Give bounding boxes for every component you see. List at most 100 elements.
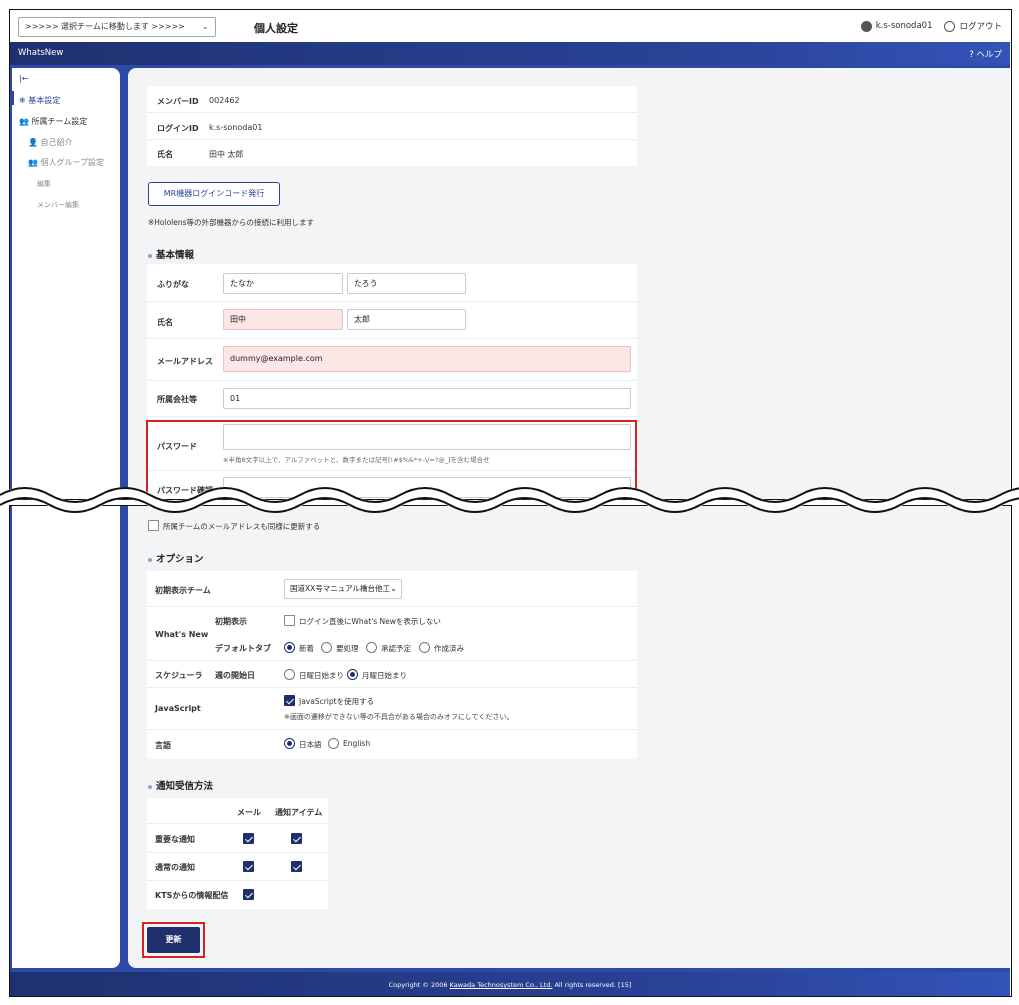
group-icon: 👥 [28, 158, 41, 167]
name-label: 氏名 [157, 150, 173, 159]
initial-display-label: 初期表示 [215, 617, 247, 626]
main-content-continued: 所属チームのメールアドレスも同様に更新する オプション 初期表示チーム 国道XX… [128, 506, 1010, 968]
person-icon: 👤 [28, 138, 41, 147]
user-name[interactable]: k.s-sonoda01 [876, 21, 933, 31]
nav-bar: WhatsNew ? ヘルプ [10, 42, 1010, 65]
mr-note: ※Hololens等の外部機器からの接続に利用します [148, 218, 315, 227]
scheduler-label: スケジューラ [155, 671, 203, 680]
divider [147, 606, 637, 607]
sidebar-item-team[interactable]: 👥 所属チーム設定 [19, 116, 87, 127]
account-card: メンバーID 002462 ログインID k.s-sonoda01 氏名 田中 … [147, 86, 637, 166]
normal-item-checkbox[interactable] [291, 861, 302, 872]
divider [147, 823, 328, 824]
bullet-icon [148, 784, 152, 789]
tab-approval-label: 承認予定 [381, 644, 411, 653]
gear-icon: ❄ [19, 96, 29, 105]
name-field-label: 氏名 [157, 318, 173, 327]
team-mail-update-checkbox[interactable] [148, 520, 159, 531]
screen-bottom: 所属チームのメールアドレスも同様に更新する オプション 初期表示チーム 国道XX… [9, 505, 1012, 997]
whatsnew-label: What's New [155, 630, 209, 639]
divider [147, 660, 637, 661]
sidebar-continued [12, 506, 120, 968]
important-item-checkbox[interactable] [291, 833, 302, 844]
javascript-label: JavaScript [155, 704, 201, 713]
important-mail-checkbox[interactable] [243, 833, 254, 844]
col-mail-header: メール [237, 808, 261, 817]
week-sunday-radio[interactable] [284, 669, 295, 680]
divider [147, 416, 637, 417]
furigana-last-input[interactable]: たなか [223, 273, 343, 294]
initial-team-value: 国道XX号マニュアル橋台他工 [290, 584, 391, 593]
main-content: メンバーID 002462 ログインID k.s-sonoda01 氏名 田中 … [128, 68, 1010, 499]
kts-mail-checkbox[interactable] [243, 889, 254, 900]
javascript-checkbox[interactable] [284, 695, 295, 706]
email-input[interactable]: dummy@example.com [223, 346, 631, 372]
logout-icon[interactable] [944, 20, 956, 32]
furigana-label: ふりがな [157, 280, 189, 289]
hide-whatsnew-label: ログイン直後にWhat's Newを表示しない [299, 617, 441, 626]
mr-login-code-button[interactable]: MR機器ログインコード発行 [148, 182, 280, 206]
normal-mail-checkbox[interactable] [243, 861, 254, 872]
bullet-icon [148, 557, 152, 562]
initial-team-label: 初期表示チーム [155, 586, 211, 595]
week-monday-radio[interactable] [347, 669, 358, 680]
team-mail-update-label: 所属チームのメールアドレスも同様に更新する [163, 522, 321, 531]
screen-top: >>>>> 選択チームに移動します >>>>> ⌄ 個人設定 k.s-sonod… [9, 9, 1012, 500]
brand-link[interactable]: WhatsNew [18, 48, 63, 58]
rights-text: All rights reserved. [554, 981, 616, 989]
sidebar-item-profile[interactable]: 👤 自己紹介 [28, 137, 73, 148]
help-link[interactable]: ? ヘルプ [969, 48, 1002, 60]
chevron-down-icon: ⌄ [201, 22, 209, 32]
user-area: k.s-sonoda01 ログアウト [860, 20, 1002, 32]
javascript-note: ※画面の遷移ができない等の不具合がある場合のみオフにしてください。 [284, 713, 514, 721]
divider [147, 338, 637, 339]
divider [147, 139, 637, 140]
furigana-first-input[interactable]: たろう [347, 273, 466, 294]
week-monday-label: 月曜日始まり [362, 671, 407, 680]
version-text: [15] [618, 981, 632, 989]
divider [147, 729, 637, 730]
company-label: 所属会社等 [157, 395, 197, 404]
sidebar-item-group[interactable]: 👥 個人グループ設定 [28, 157, 104, 168]
divider [147, 880, 328, 881]
login-id-label: ログインID [157, 124, 199, 133]
initial-team-select[interactable]: 国道XX号マニュアル橋台他工 ⌄ [284, 579, 402, 599]
login-id-value: k.s-sonoda01 [209, 123, 263, 132]
notify-row-label: KTSからの情報配信 [155, 891, 229, 900]
collapse-sidebar-icon[interactable]: |← [19, 74, 28, 83]
sidebar-item-edit[interactable]: 編集 [37, 179, 51, 189]
week-start-label: 週の開始日 [215, 671, 255, 680]
section-title-notifications: 通知受信方法 [148, 778, 213, 792]
company-link[interactable]: Kawada Technosystem Co., Ltd. [450, 981, 553, 989]
header-bar: >>>>> 選択チームに移動します >>>>> ⌄ 個人設定 k.s-sonod… [10, 10, 1010, 42]
javascript-option-label: JavaScriptを使用する [299, 697, 375, 706]
notify-row-label: 通常の通知 [155, 863, 195, 872]
active-indicator [12, 91, 14, 105]
divider [147, 687, 637, 688]
tab-new-radio[interactable] [284, 642, 295, 653]
team-icon: 👥 [19, 117, 32, 126]
hide-whatsnew-checkbox[interactable] [284, 615, 295, 626]
col-item-header: 通知アイテム [275, 808, 323, 817]
sidebar-item-basic[interactable]: ❄ 基本設定 [19, 95, 60, 106]
company-input[interactable]: 01 [223, 388, 631, 409]
team-select[interactable]: >>>>> 選択チームに移動します >>>>> ⌄ [18, 17, 216, 37]
lang-en-radio[interactable] [328, 738, 339, 749]
lang-ja-radio[interactable] [284, 738, 295, 749]
logout-link[interactable]: ログアウト [959, 20, 1002, 32]
tab-created-radio[interactable] [419, 642, 430, 653]
copyright-prefix: Copyright © 2006 [388, 981, 448, 989]
section-title-basic: 基本情報 [148, 247, 194, 261]
last-name-input[interactable]: 田中 [223, 309, 343, 330]
language-label: 言語 [155, 741, 171, 750]
divider [147, 301, 637, 302]
sidebar-item-member-edit[interactable]: メンバー編集 [37, 200, 79, 210]
update-button[interactable]: 更新 [147, 927, 200, 953]
lang-en-label: English [343, 739, 371, 748]
tab-approval-radio[interactable] [366, 642, 377, 653]
tab-todo-label: 要処理 [336, 644, 359, 653]
tab-todo-radio[interactable] [321, 642, 332, 653]
sidebar: |← ❄ 基本設定 👥 所属チーム設定 👤 自己紹介 👥 個人グループ設定 編集… [12, 68, 120, 499]
page-break-wave [0, 487, 1019, 513]
first-name-input[interactable]: 太郎 [347, 309, 466, 330]
